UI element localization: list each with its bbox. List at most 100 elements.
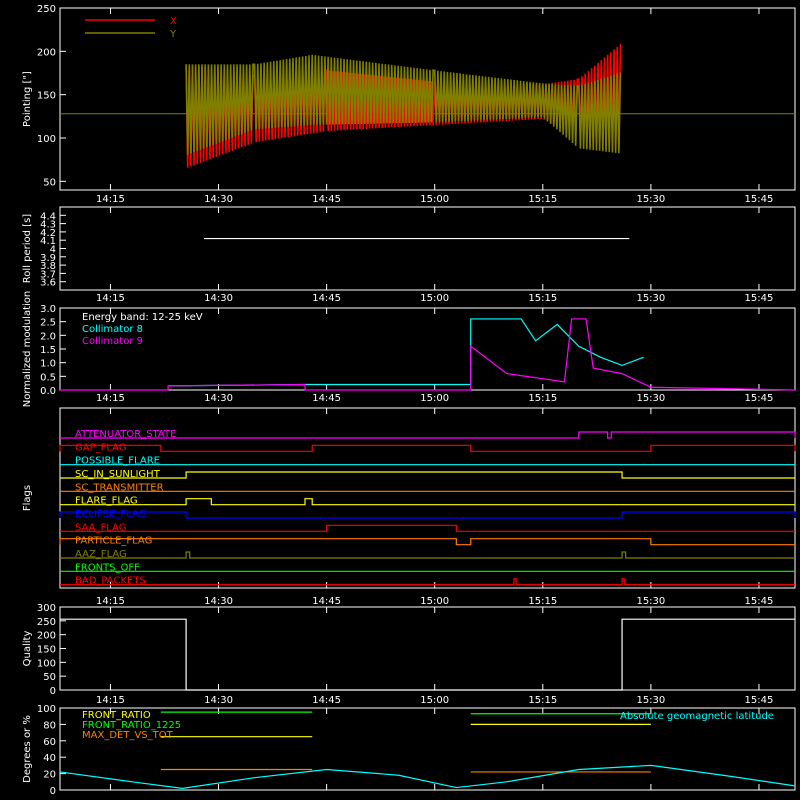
y-axis-label-0: Pointing ["] bbox=[22, 71, 33, 127]
legend-label-ratio-2: MAX_DET_VS_TOT bbox=[82, 730, 174, 741]
x-tick-label: 15:30 bbox=[636, 194, 665, 205]
y-tick-label: 2.5 bbox=[40, 318, 56, 329]
y-tick-label: 0.5 bbox=[40, 372, 56, 383]
x-tick-label: 14:45 bbox=[312, 695, 341, 706]
x-tick-label: 15:00 bbox=[420, 293, 449, 304]
x-tick-label: 15:00 bbox=[420, 194, 449, 205]
x-tick-label: 15:45 bbox=[745, 293, 774, 304]
legend-label-x: X bbox=[170, 16, 177, 27]
flag-label-fronts_off: FRONTS_OFF bbox=[75, 562, 140, 573]
latitude-annotation: Absolute geomagnetic latitude bbox=[620, 711, 774, 722]
y-tick-label: 200 bbox=[37, 631, 56, 642]
flag-trace-sc_in_sunlight bbox=[60, 471, 795, 479]
y-tick-label: 0 bbox=[50, 786, 56, 797]
x-tick-label: 15:45 bbox=[745, 695, 774, 706]
y-tick-label: 300 bbox=[37, 603, 56, 614]
x-tick-label: 15:00 bbox=[420, 393, 449, 404]
flag-trace-flare_flag bbox=[60, 498, 795, 506]
panel-frame-1 bbox=[59, 206, 796, 291]
y-tick-label: 250 bbox=[37, 4, 56, 15]
y-tick-label: 0.0 bbox=[40, 386, 56, 397]
y-tick-label: 250 bbox=[37, 617, 56, 628]
chart-canvas: 14:15 14:30 14:45 15:00 15:15 15:30 15:45 14:15… bbox=[22, 4, 796, 797]
y-tick-label: 40 bbox=[43, 753, 56, 764]
flag-trace-particle_flag bbox=[59, 538, 795, 546]
quality-trace bbox=[60, 618, 795, 691]
y-tick-label: 100 bbox=[37, 134, 56, 145]
legend-label-y: Y bbox=[169, 29, 177, 40]
energy-band-annotation: Energy band: 12-25 keV bbox=[82, 312, 203, 323]
flag-trace-eclipse_flag bbox=[59, 511, 796, 519]
y-tick-label: 50 bbox=[43, 672, 56, 683]
y-axis-label-5: Degrees or % bbox=[22, 715, 33, 783]
y-tick-label: 3.0 bbox=[40, 304, 56, 315]
flag-label-flare_flag: FLARE_FLAG bbox=[75, 496, 138, 507]
y-tick-label: 60 bbox=[43, 737, 56, 748]
flag-label-bad_packets: BAD_PACKETS bbox=[75, 576, 146, 587]
x-tick-label: 15:15 bbox=[528, 194, 557, 205]
flag-trace-aaz_flag bbox=[60, 551, 795, 559]
flag-label-aaz_flag: AAZ_FLAG bbox=[75, 549, 127, 560]
flag-trace-saa_flag bbox=[60, 524, 795, 532]
y-axis-label-4: Quality bbox=[22, 631, 33, 667]
y-tick-label: 0 bbox=[50, 686, 56, 697]
y-tick-label: 200 bbox=[37, 47, 56, 58]
x-tick-label: 15:30 bbox=[636, 596, 665, 607]
x-tick-label: 15:15 bbox=[528, 293, 557, 304]
flag-trace-gap_flag bbox=[59, 444, 796, 452]
x-tick-label: 14:45 bbox=[312, 596, 341, 607]
x-tick-label: 14:15 bbox=[96, 393, 125, 404]
x-tick-label: 15:30 bbox=[636, 695, 665, 706]
y-tick-label: 4.4 bbox=[40, 211, 56, 222]
flag-label-saa_flag: SAA_FLAG bbox=[75, 522, 126, 533]
x-tick-label: 14:15 bbox=[96, 695, 125, 706]
x-tick-label: 15:15 bbox=[528, 695, 557, 706]
x-tick-label: 14:30 bbox=[204, 596, 233, 607]
x-tick-label: 15:45 bbox=[745, 194, 774, 205]
y-tick-label: 20 bbox=[43, 770, 56, 781]
x-tick-label: 14:15 bbox=[96, 293, 125, 304]
x-tick-label: 15:15 bbox=[528, 393, 557, 404]
x-tick-label: 14:45 bbox=[312, 393, 341, 404]
y-axis-label-1: Roll period [s] bbox=[22, 214, 33, 283]
x-tick-label: 14:45 bbox=[312, 194, 341, 205]
y-tick-label: 1.5 bbox=[40, 345, 56, 356]
x-tick-label: 15:00 bbox=[420, 596, 449, 607]
latitude-trace bbox=[59, 764, 796, 789]
legend-label-collimator-0: Collimator 8 bbox=[82, 324, 143, 335]
x-tick-label: 14:30 bbox=[204, 393, 233, 404]
flag-label-sc_transmitter: SC_TRANSMITTER bbox=[75, 482, 164, 493]
modulation-trace-1 bbox=[60, 318, 796, 391]
flag-label-possible_flare: POSSIBLE_FLARE bbox=[75, 456, 160, 467]
x-tick-label: 14:30 bbox=[204, 194, 233, 205]
x-tick-label: 15:45 bbox=[745, 596, 774, 607]
y-tick-label: 150 bbox=[37, 91, 56, 102]
x-tick-label: 15:00 bbox=[420, 695, 449, 706]
flag-trace-bad_packets bbox=[60, 578, 795, 586]
y-axis-label-2: Normalized modulation bbox=[22, 291, 33, 408]
modulation-trace-0 bbox=[168, 318, 644, 387]
x-tick-label: 15:15 bbox=[528, 596, 557, 607]
x-tick-label: 15:30 bbox=[636, 293, 665, 304]
flag-label-attenuator_state: ATTENUATOR_STATE bbox=[75, 429, 176, 440]
x-tick-label: 15:45 bbox=[745, 393, 774, 404]
y-tick-label: 100 bbox=[37, 658, 56, 669]
y-tick-label: 100 bbox=[37, 704, 56, 715]
x-tick-label: 14:45 bbox=[312, 293, 341, 304]
legend-label-collimator-1: Collimator 9 bbox=[82, 336, 143, 347]
flag-label-particle_flag: PARTICLE_FLAG bbox=[75, 536, 152, 547]
x-tick-label: 15:30 bbox=[636, 393, 665, 404]
flag-label-sc_in_sunlight: SC_IN_SUNLIGHT bbox=[75, 469, 161, 480]
x-tick-label: 14:15 bbox=[96, 596, 125, 607]
flag-label-eclipse_flag: ECLIPSE_FLAG bbox=[75, 509, 146, 520]
y-tick-label: 1.0 bbox=[40, 359, 56, 370]
y-tick-label: 2.0 bbox=[40, 331, 56, 342]
y-tick-label: 150 bbox=[37, 645, 56, 656]
y-axis-label-3: Flags bbox=[22, 485, 33, 511]
x-tick-label: 14:15 bbox=[96, 194, 125, 205]
x-tick-label: 14:30 bbox=[204, 695, 233, 706]
flag-label-gap_flag: GAP_FLAG bbox=[75, 442, 127, 453]
y-tick-label: 50 bbox=[43, 177, 56, 188]
y-tick-label: 80 bbox=[43, 720, 56, 731]
x-tick-label: 14:30 bbox=[204, 293, 233, 304]
